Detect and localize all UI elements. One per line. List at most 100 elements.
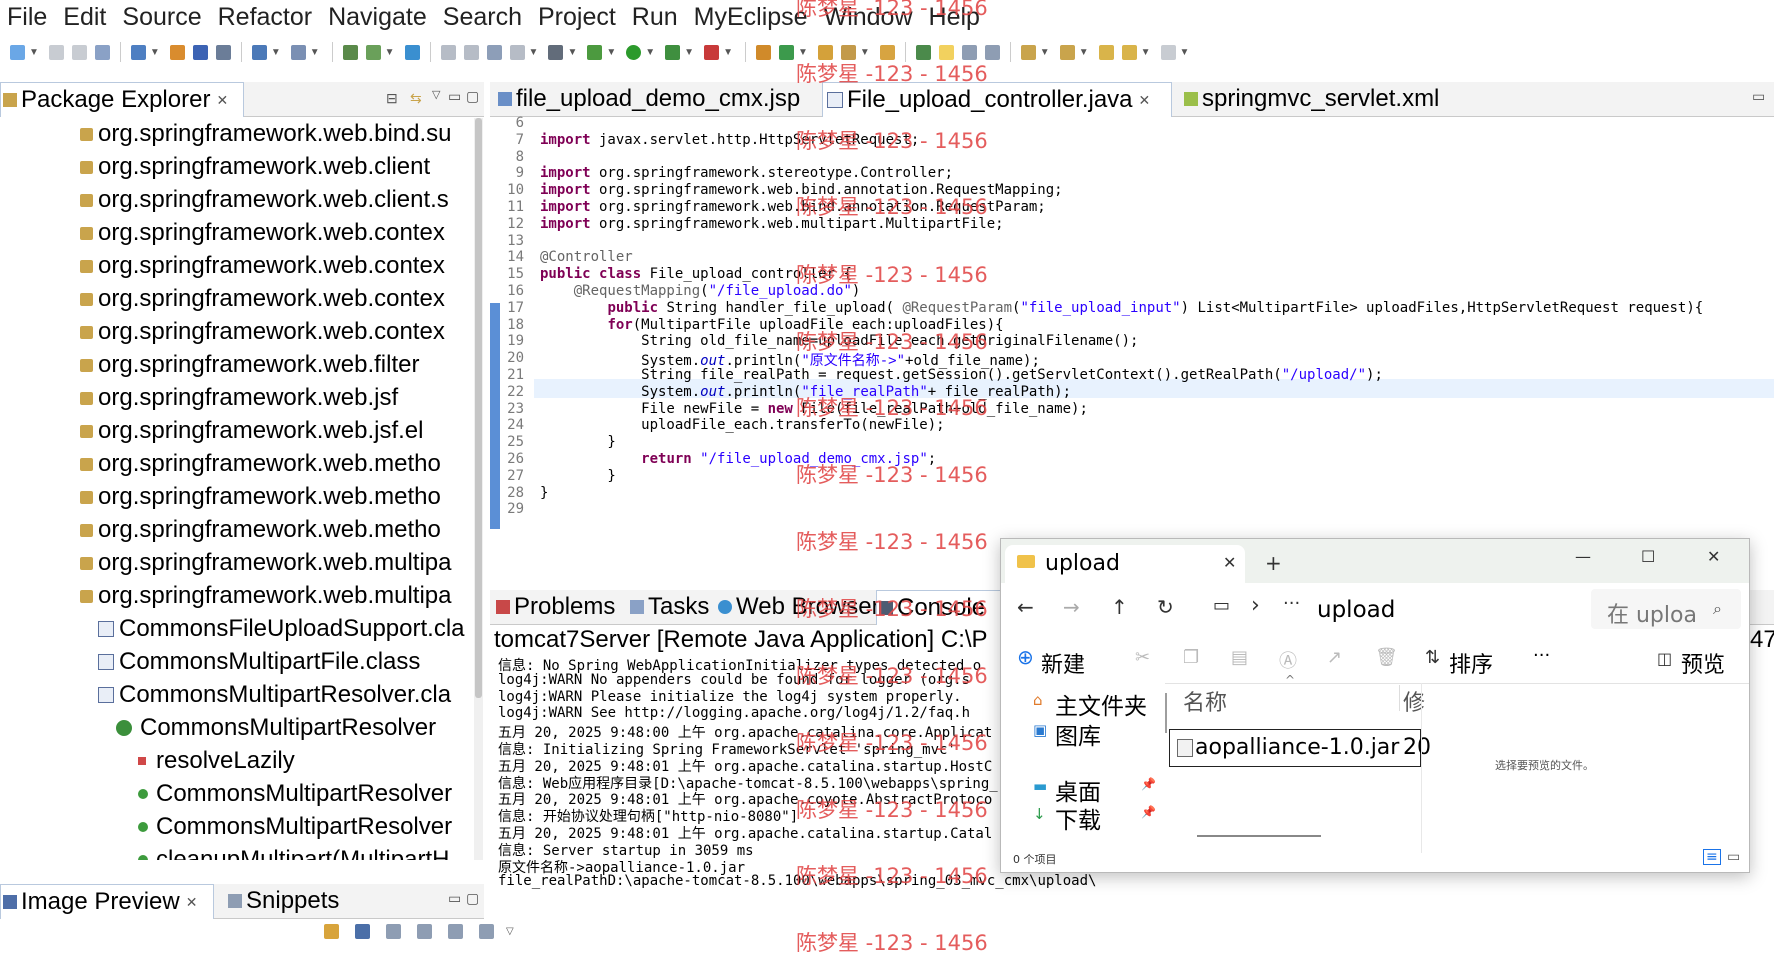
code-editor[interactable]: 6 7 import javax.servlet.http.HttpServletR… xyxy=(490,115,1774,570)
chevron-down-icon[interactable]: ▼ xyxy=(150,47,160,58)
new-project-icon[interactable] xyxy=(130,44,146,60)
minimize-icon[interactable]: ▭ xyxy=(1752,88,1765,105)
menu-search[interactable]: Search xyxy=(436,3,531,32)
copy-icon[interactable]: ❐ xyxy=(1183,647,1199,668)
tree-item[interactable]: org.springframework.web.bind.su xyxy=(80,118,452,150)
prev-edit-icon[interactable] xyxy=(1059,44,1075,60)
tree-item[interactable]: org.springframework.web.metho xyxy=(80,448,441,480)
tree-item[interactable]: CommonsMultipartResolver.cla xyxy=(98,679,451,711)
tree-item[interactable]: CommonsMultipartFile.class xyxy=(98,646,420,678)
nav-home[interactable]: 主文件夹 xyxy=(1055,687,1147,721)
menu-refactor[interactable]: Refactor xyxy=(211,3,321,32)
chevron-down-icon[interactable]: ▼ xyxy=(1141,47,1151,58)
paste-icon[interactable]: ▤ xyxy=(1231,647,1248,668)
menu-window[interactable]: Window xyxy=(817,3,922,32)
chevron-down-icon[interactable]: ▼ xyxy=(529,47,539,58)
fit-icon[interactable] xyxy=(355,923,370,939)
preview-button[interactable]: 预览 xyxy=(1681,647,1725,679)
new-item-icon[interactable]: ⊕ xyxy=(1017,645,1034,669)
close-tab-icon[interactable]: ✕ xyxy=(1223,553,1236,572)
wizard-icon[interactable] xyxy=(251,44,267,60)
tree-item[interactable]: org.springframework.web.contex xyxy=(80,250,445,282)
pin-icon[interactable]: 📌 xyxy=(1141,777,1156,791)
back-history-icon[interactable] xyxy=(1098,44,1114,60)
tab-java-file[interactable]: File_upload_controller.java ✕ xyxy=(822,82,1172,117)
maximize-icon[interactable]: ▢ xyxy=(466,88,479,105)
chevron-down-icon[interactable]: ▼ xyxy=(606,47,616,58)
close-icon[interactable]: ✕ xyxy=(1139,92,1151,109)
tab-xml-file[interactable]: springmvc_servlet.xml xyxy=(1180,82,1484,116)
stop-server-icon[interactable] xyxy=(704,44,720,60)
show-whitespace-icon[interactable] xyxy=(984,44,1000,60)
close-icon[interactable]: ✕ xyxy=(186,894,198,911)
open-folder-icon[interactable] xyxy=(817,44,833,60)
more-options-button[interactable]: ··· xyxy=(1533,645,1550,666)
original-size-icon[interactable] xyxy=(448,923,463,939)
close-window-icon[interactable]: ✕ xyxy=(1707,547,1720,566)
tree-item[interactable]: org.springframework.web.metho xyxy=(80,514,441,546)
tree-item[interactable]: CommonsFileUploadSupport.cla xyxy=(98,613,465,645)
tree-item[interactable]: org.springframework.web.filter xyxy=(80,349,419,381)
cut-icon[interactable]: ✂ xyxy=(1135,647,1150,668)
explorer-tab[interactable] xyxy=(1005,545,1245,583)
maximize-icon[interactable]: ▢ xyxy=(466,890,479,907)
tree-scrollbar-thumb[interactable] xyxy=(475,118,482,698)
share-icon[interactable]: ↗ xyxy=(1327,647,1342,668)
preview-pane-icon[interactable]: ◫ xyxy=(1657,649,1672,668)
chevron-down-icon[interactable]: ▼ xyxy=(310,47,320,58)
menu-file[interactable]: File xyxy=(0,3,56,32)
chevron-down-icon[interactable]: ▼ xyxy=(860,47,870,58)
tree-item[interactable]: org.springframework.web.jsf xyxy=(80,382,398,414)
tree-item[interactable]: org.springframework.web.client.s xyxy=(80,184,449,216)
refresh-icon[interactable]: ↻ xyxy=(1157,595,1174,619)
refresh-icon[interactable] xyxy=(324,923,339,939)
tab-console[interactable]: Console xyxy=(876,590,1004,625)
chevron-down-icon[interactable]: ▼ xyxy=(1180,47,1190,58)
minimize-window-icon[interactable]: — xyxy=(1575,547,1591,566)
highlight-icon[interactable] xyxy=(938,44,954,60)
chevron-down-icon[interactable]: ▼ xyxy=(271,47,281,58)
zoom-out-icon[interactable] xyxy=(386,923,401,939)
chevron-down-icon[interactable]: ▼ xyxy=(385,47,395,58)
forward-nav-icon[interactable] xyxy=(1160,44,1176,60)
code-line[interactable]: 12 import org.springframework.web.multipa… xyxy=(490,216,1003,235)
open-resource-icon[interactable] xyxy=(509,44,525,60)
tree-item[interactable]: CommonsMultipartResolver xyxy=(138,811,452,843)
minimize-icon[interactable]: ▭ xyxy=(448,890,461,907)
column-name[interactable]: 名称 xyxy=(1183,685,1227,717)
new-icon[interactable] xyxy=(10,44,25,60)
chevron-right-icon[interactable]: › xyxy=(1251,593,1260,618)
nav-gallery[interactable]: 图库 xyxy=(1055,717,1101,751)
link-editor-icon[interactable]: ⇆ xyxy=(410,90,422,107)
server-icon[interactable] xyxy=(215,44,231,60)
tree-item[interactable]: resolveLazily xyxy=(138,745,295,777)
search-icon[interactable]: ⌕ xyxy=(1713,599,1722,619)
tree-item[interactable]: org.springframework.web.jsf.el xyxy=(80,415,423,447)
chevron-down-icon[interactable]: ▼ xyxy=(1040,47,1050,58)
up-arrow-icon[interactable]: ↑ xyxy=(1111,595,1128,619)
chevron-down-icon[interactable]: ▼ xyxy=(567,47,577,58)
deploy-icon[interactable] xyxy=(192,44,208,60)
forward-arrow-icon[interactable]: → xyxy=(1063,595,1080,619)
chevron-down-icon[interactable]: ▼ xyxy=(645,47,655,58)
zoom-in-icon[interactable] xyxy=(417,923,432,939)
forward-icon[interactable] xyxy=(463,44,479,60)
globe-icon[interactable] xyxy=(404,44,420,60)
computer-icon[interactable]: ▭ xyxy=(1213,595,1230,616)
package-icon[interactable] xyxy=(169,44,185,60)
tree-item[interactable]: org.springframework.web.metho xyxy=(80,481,441,513)
tree-item[interactable]: CommonsMultipartResolver xyxy=(138,778,452,810)
new-button[interactable]: 新建 xyxy=(1041,647,1085,679)
back-icon[interactable] xyxy=(440,44,456,60)
tree-item[interactable]: org.springframework.web.contex xyxy=(80,217,445,249)
tree-scrollbar[interactable] xyxy=(474,118,483,860)
collapse-all-icon[interactable]: ⊟ xyxy=(386,90,398,107)
new-tab-icon[interactable]: + xyxy=(1265,551,1282,575)
next-annotation-icon[interactable] xyxy=(915,44,931,60)
edit-icon[interactable] xyxy=(840,44,856,60)
menu-myeclipse[interactable]: MyEclipse xyxy=(687,3,817,32)
folder-icon[interactable] xyxy=(879,44,895,60)
tree-item[interactable]: cleanupMultipart(MultipartH xyxy=(138,844,449,860)
minimize-icon[interactable]: ▭ xyxy=(448,88,461,105)
chevron-down-icon[interactable]: ▼ xyxy=(29,47,39,58)
